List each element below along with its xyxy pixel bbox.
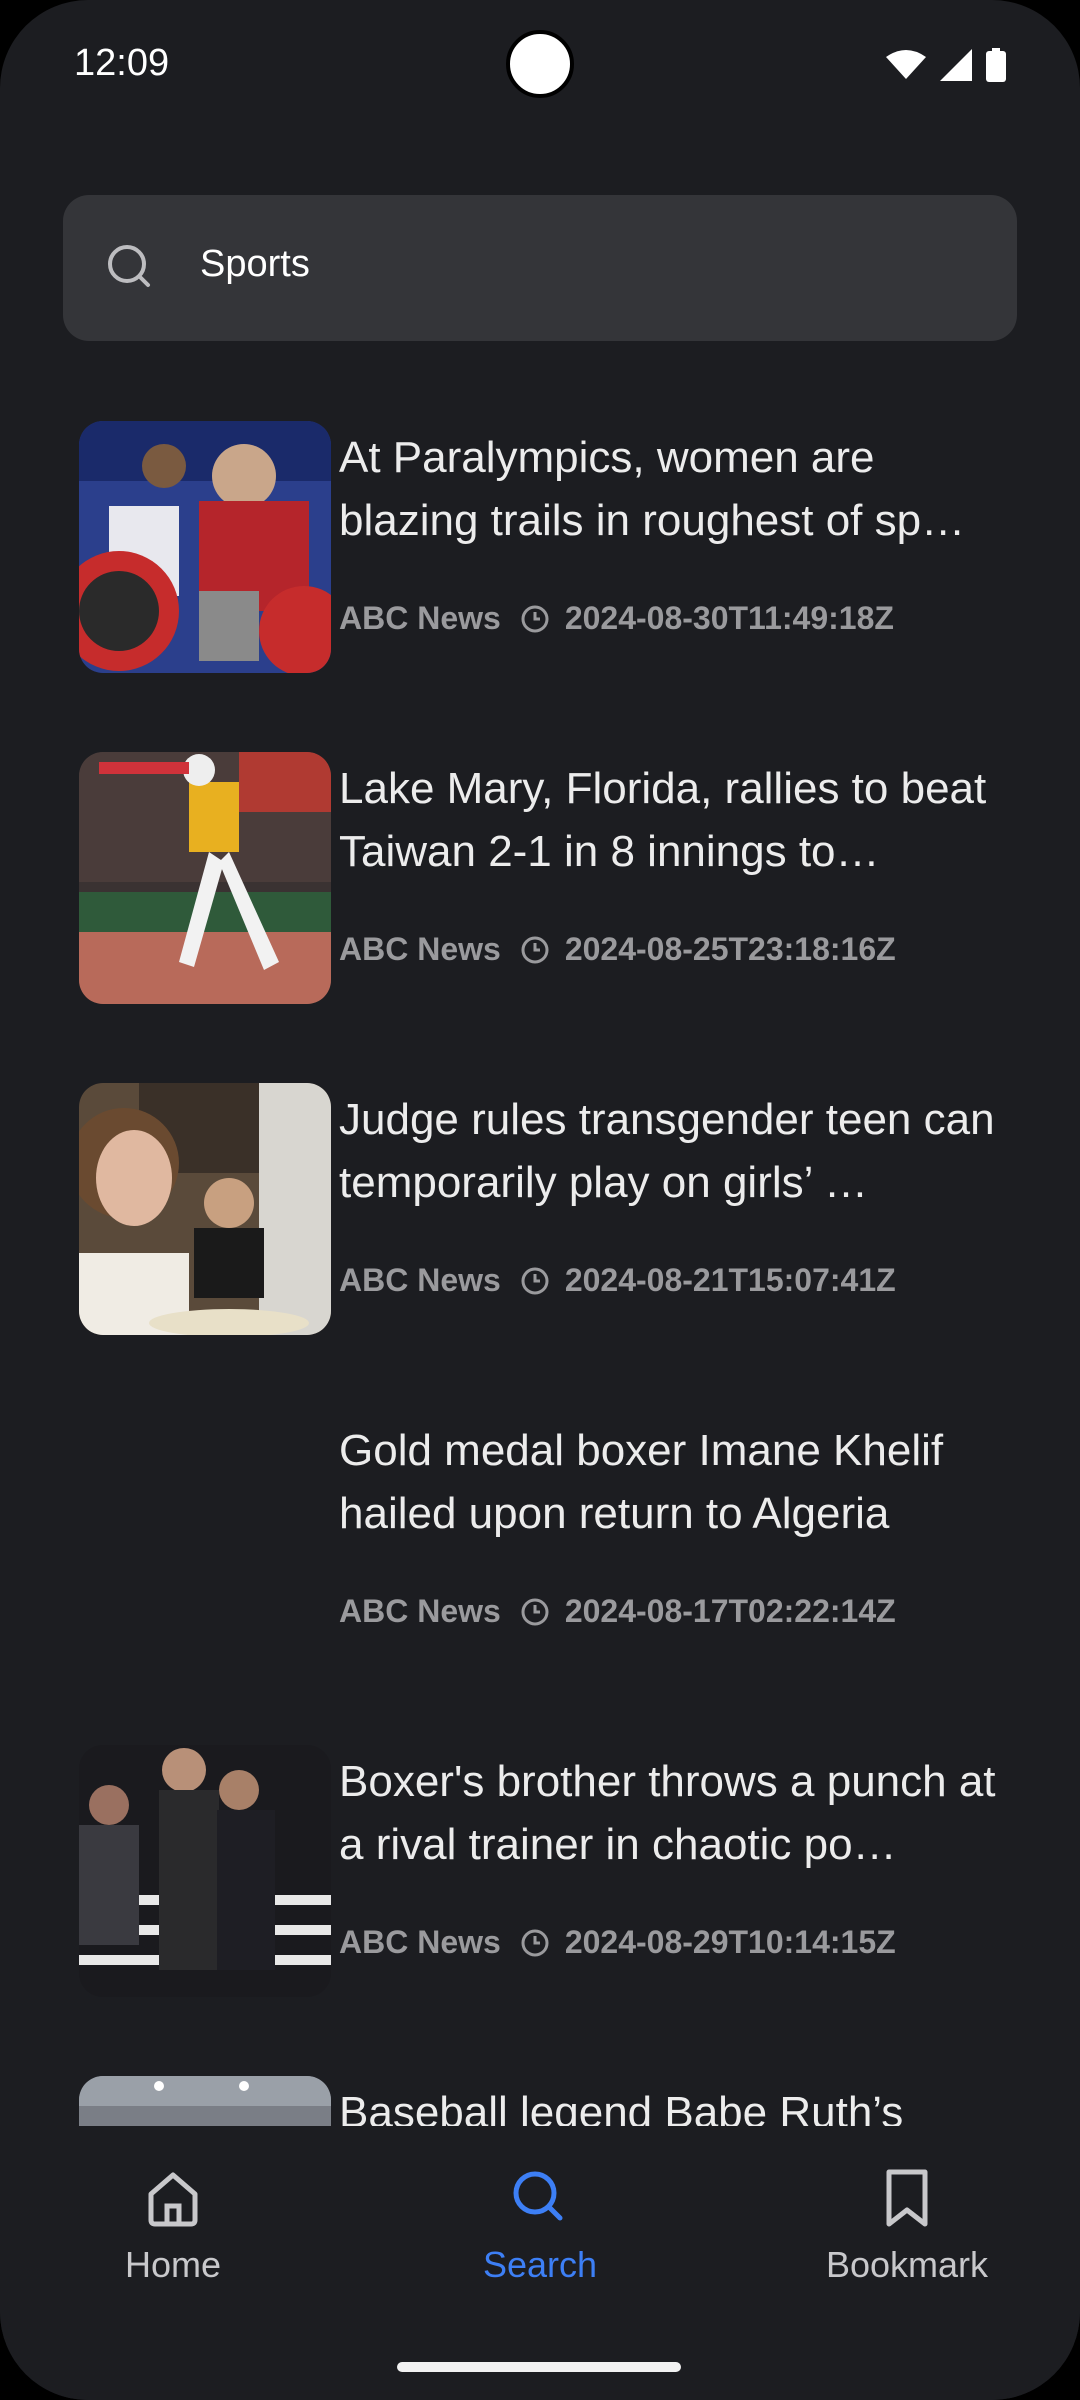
article-meta: ABC News 2024-08-29T10:14:15Z: [339, 1924, 896, 1961]
status-icons: [886, 48, 1006, 82]
search-icon: [513, 2171, 563, 2221]
article-source: ABC News: [339, 600, 501, 636]
search-bar[interactable]: Sports: [63, 195, 1017, 341]
bookmark-icon: [886, 2169, 928, 2227]
bottom-navigation: Home Search Bookmark: [0, 2126, 1080, 2400]
signal-icon: [940, 49, 972, 81]
article-title: Judge rules transgender teen can tempora…: [339, 1095, 995, 1207]
article-title: Gold medal boxer Imane Khelif hailed upo…: [339, 1426, 944, 1538]
clock-icon: [521, 936, 549, 963]
nav-item-search[interactable]: Search: [390, 2166, 690, 2286]
clock-icon: [521, 1598, 549, 1625]
wifi-icon: [886, 50, 926, 79]
clock-icon: [521, 605, 549, 632]
article-thumbnail: [79, 1745, 331, 1997]
article-thumbnail: [79, 1083, 331, 1335]
article-thumbnail: [79, 752, 331, 1004]
article-timestamp: 2024-08-25T23:18:16Z: [564, 931, 896, 967]
article-item[interactable]: Judge rules transgender teen can tempora…: [79, 1062, 999, 1335]
nav-item-home[interactable]: Home: [23, 2166, 323, 2286]
article-source: ABC News: [339, 1593, 501, 1629]
article-item[interactable]: Lake Mary, Florida, rallies to beat Taiw…: [79, 731, 999, 1004]
article-meta: ABC News 2024-08-25T23:18:16Z: [339, 931, 896, 968]
article-source: ABC News: [339, 931, 501, 967]
nav-item-bookmark[interactable]: Bookmark: [757, 2166, 1057, 2286]
article-title: At Paralympics, women are blazing trails…: [339, 433, 966, 545]
home-indicator[interactable]: [397, 2362, 681, 2372]
clock-icon: [521, 1929, 549, 1956]
article-timestamp: 2024-08-21T15:07:41Z: [564, 1262, 896, 1298]
search-input[interactable]: Sports: [200, 243, 310, 286]
status-bar: 12:09: [0, 0, 1080, 130]
article-timestamp: 2024-08-17T02:22:14Z: [564, 1593, 896, 1629]
article-title: Baseball legend Babe Ruth’s: [339, 2088, 904, 2126]
article-item[interactable]: Gold medal boxer Imane Khelif hailed upo…: [79, 1393, 999, 1645]
article-item[interactable]: Baseball legend Babe Ruth’s: [79, 2055, 999, 2126]
nav-label-home: Home: [124, 2244, 222, 2285]
battery-icon: [986, 48, 1006, 82]
nav-label-bookmark: Bookmark: [825, 2244, 989, 2285]
nav-label-search: Search: [482, 2244, 598, 2285]
article-title: Boxer's brother throws a punch at a riva…: [339, 1757, 996, 1869]
search-icon: [108, 245, 150, 287]
article-thumbnail: [79, 2076, 331, 2126]
article-thumbnail: [79, 421, 331, 673]
article-source: ABC News: [339, 1924, 501, 1960]
article-meta: ABC News 2024-08-30T11:49:18Z: [339, 600, 894, 637]
app-screen: 12:09 Sports At Paralympics, women are b…: [0, 0, 1080, 2400]
article-item[interactable]: Boxer's brother throws a punch at a riva…: [79, 1724, 999, 1997]
article-item[interactable]: At Paralympics, women are blazing trails…: [79, 400, 999, 673]
article-meta: ABC News 2024-08-21T15:07:41Z: [339, 1262, 896, 1299]
clock-icon: [521, 1267, 549, 1294]
home-icon: [148, 2172, 198, 2227]
article-timestamp: 2024-08-29T10:14:15Z: [564, 1924, 896, 1960]
front-camera: [506, 30, 574, 98]
article-meta: ABC News 2024-08-17T02:22:14Z: [339, 1593, 896, 1630]
article-timestamp: 2024-08-30T11:49:18Z: [564, 600, 894, 636]
article-title: Lake Mary, Florida, rallies to beat Taiw…: [339, 764, 987, 876]
status-time: 12:09: [74, 42, 170, 84]
article-source: ABC News: [339, 1262, 501, 1298]
article-list[interactable]: At Paralympics, women are blazing trails…: [0, 400, 1080, 2126]
